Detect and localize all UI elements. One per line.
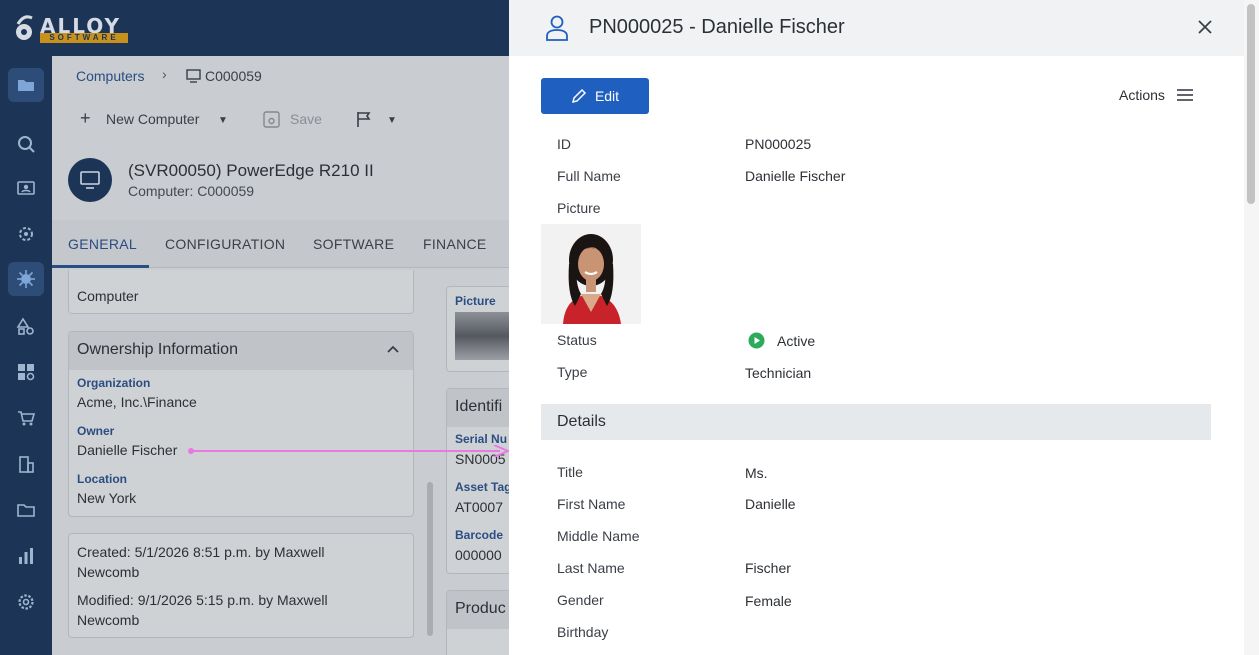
modified-text: Modified: 9/1/2026 5:15 p.m. by Maxwell [77, 592, 328, 608]
gender-label: Gender [557, 592, 604, 608]
ownership-title: Ownership Information [77, 341, 238, 358]
gear-icon[interactable] [8, 585, 44, 619]
tab-configuration[interactable]: CONFIGURATION [165, 236, 285, 252]
details-section-header: Details [541, 404, 1211, 440]
id-label: ID [557, 136, 571, 152]
caret-down-icon[interactable]: ▼ [218, 115, 228, 126]
edit-button[interactable]: Edit [541, 78, 649, 114]
breadcrumb-current: C000059 [205, 68, 262, 84]
close-icon[interactable] [1195, 17, 1215, 37]
full-name-value: Danielle Fischer [745, 168, 846, 184]
flag-icon[interactable] [355, 110, 373, 128]
first-name-label: First Name [557, 496, 626, 512]
new-computer-button[interactable]: New Computer [106, 111, 199, 127]
folder-outline-icon[interactable] [8, 493, 44, 527]
organization-label: Organization [77, 376, 151, 390]
actions-menu-button[interactable]: Actions [1119, 87, 1193, 103]
last-name-label: Last Name [557, 560, 625, 576]
chevron-right-icon: › [162, 66, 167, 82]
bar-chart-icon[interactable] [8, 539, 44, 573]
contacts-icon[interactable] [8, 171, 44, 205]
cart-icon[interactable] [8, 401, 44, 435]
asset-tag-value: AT0007 [455, 499, 503, 515]
serial-label: Serial Nu [455, 432, 508, 446]
tab-finance[interactable]: FINANCE [423, 236, 487, 252]
picture-label: Picture [557, 200, 601, 216]
settings-cog-icon[interactable] [8, 217, 44, 251]
annotation-arrow [188, 445, 511, 457]
active-status-icon [748, 332, 765, 349]
edit-button-label: Edit [594, 88, 620, 104]
type-value-panel: Technician [745, 365, 812, 381]
type-value: Computer [77, 288, 139, 304]
owner-label: Owner [77, 424, 115, 438]
alloy-logo[interactable]: ALLOY SOFTWARE [14, 12, 134, 46]
chevron-up-icon[interactable] [386, 343, 400, 355]
id-value: PN000025 [745, 136, 812, 152]
monitor-icon [80, 171, 100, 189]
owner-value-link[interactable]: Danielle Fischer [77, 442, 177, 458]
tab-general[interactable]: GENERAL [68, 236, 137, 252]
middle-name-label: Middle Name [557, 528, 640, 544]
actions-label: Actions [1119, 87, 1165, 103]
gender-value: Female [745, 593, 792, 609]
type-label: Type [557, 364, 588, 380]
full-name-label: Full Name [557, 168, 621, 184]
person-icon [546, 15, 568, 41]
computer-avatar [68, 158, 112, 202]
location-label: Location [77, 472, 127, 486]
shapes-icon[interactable] [8, 309, 44, 343]
location-value: New York [77, 490, 137, 506]
person-photo [541, 224, 641, 324]
breadcrumb-computers-link[interactable]: Computers [76, 68, 144, 84]
hamburger-menu-icon [1176, 89, 1193, 101]
identification-title: Identifi [455, 398, 503, 415]
details-title: Details [557, 413, 606, 430]
first-name-value: Danielle [745, 496, 796, 512]
person-detail-panel: PN000025 - Danielle Fischer Edit Actions… [509, 0, 1259, 655]
search-icon[interactable] [8, 127, 44, 161]
last-name-value: Fischer [745, 560, 791, 576]
save-icon [263, 111, 280, 128]
left-column-scrollbar[interactable] [427, 482, 433, 636]
building-icon[interactable] [8, 447, 44, 481]
organization-value: Acme, Inc.\Finance [77, 394, 197, 410]
computer-picture [455, 312, 515, 360]
folder-icon[interactable] [8, 68, 44, 102]
tab-software[interactable]: SOFTWARE [313, 236, 394, 252]
birthday-label: Birthday [557, 624, 609, 640]
active-tab-indicator [52, 265, 149, 268]
barcode-value: 000000 [455, 547, 502, 563]
created-text: Created: 5/1/2026 8:51 p.m. by Maxwell [77, 544, 325, 560]
record-title: (SVR00050) PowerEdge R210 II [128, 161, 374, 180]
picture-label-bg: Picture [455, 294, 496, 308]
logo-subtext: SOFTWARE [40, 33, 128, 43]
barcode-label: Barcode [455, 528, 504, 542]
title-value: Ms. [745, 465, 768, 481]
logo-mark-icon [16, 15, 33, 40]
dashboard-icon[interactable] [8, 355, 44, 389]
plus-icon[interactable]: + [80, 108, 91, 129]
record-subtitle: Computer: C000059 [128, 183, 255, 199]
created-text-line2: Newcomb [77, 564, 140, 580]
status-value: Active [777, 333, 816, 349]
modified-text-line2: Newcomb [77, 612, 140, 628]
asset-tag-label: Asset Tag [455, 480, 512, 494]
computer-icon [186, 69, 201, 83]
virus-icon[interactable] [8, 262, 44, 296]
product-title: Produc [455, 600, 506, 617]
flag-caret-down-icon[interactable]: ▼ [387, 115, 397, 126]
status-label: Status [557, 332, 597, 348]
panel-title: PN000025 - Danielle Fischer [589, 16, 845, 38]
pencil-icon [571, 88, 586, 104]
panel-scrollbar-thumb[interactable] [1247, 4, 1255, 204]
title-label: Title [557, 464, 583, 480]
save-button[interactable]: Save [290, 111, 322, 127]
